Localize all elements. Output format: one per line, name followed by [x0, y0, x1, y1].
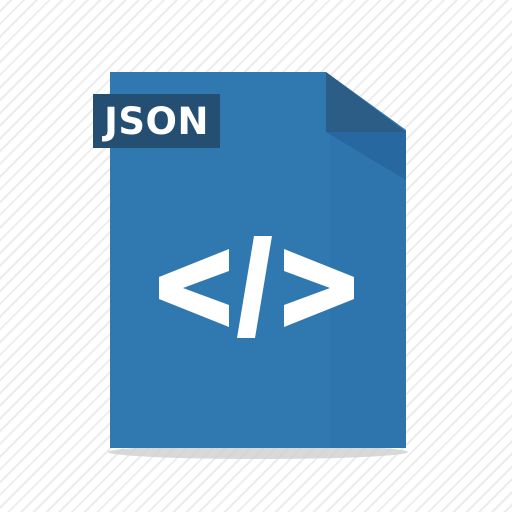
- fold-corner: [326, 72, 406, 132]
- json-file-icon: JSON: [0, 0, 512, 512]
- file-document-icon: [108, 72, 408, 459]
- file-type-label: JSON: [93, 94, 220, 148]
- file-type-label-text: JSON: [104, 99, 209, 143]
